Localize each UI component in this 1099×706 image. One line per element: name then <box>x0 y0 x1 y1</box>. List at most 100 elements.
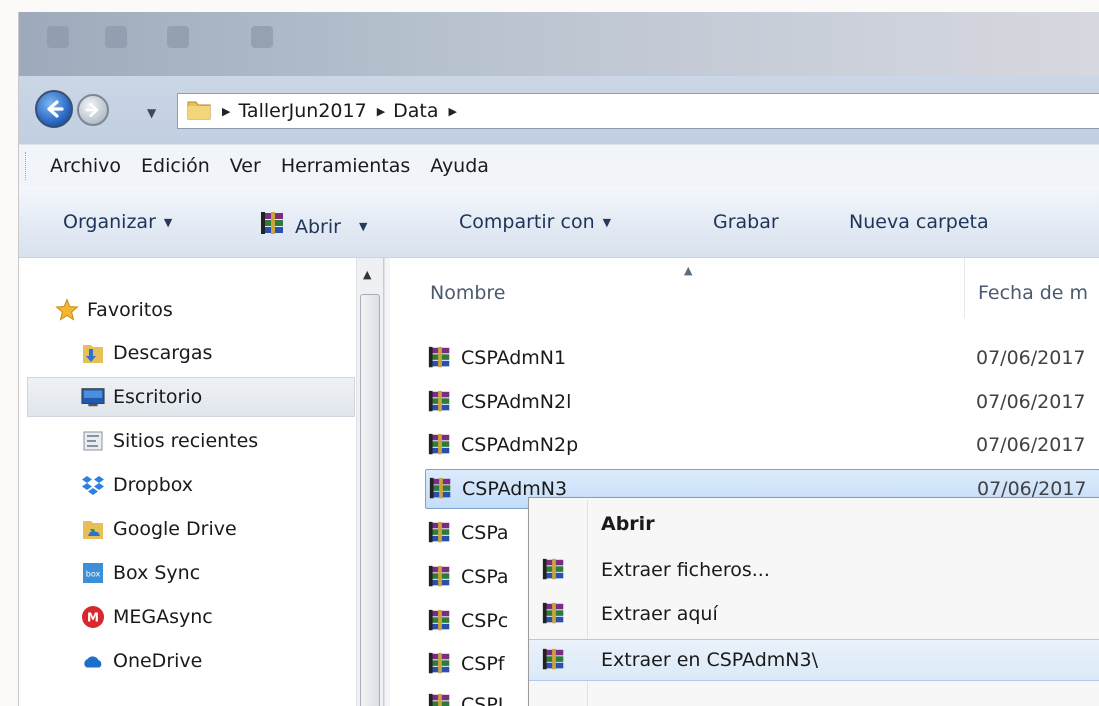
winrar-icon <box>541 601 567 627</box>
back-button[interactable] <box>35 90 73 128</box>
sidebar-item-label: OneDrive <box>113 650 203 672</box>
google-drive-icon <box>81 517 105 541</box>
menu-edicion[interactable]: Edición <box>131 155 220 177</box>
context-menu-item-extract-files[interactable]: Extraer ficheros... <box>529 550 1099 590</box>
recent-places-icon <box>81 429 105 453</box>
nav-favorites[interactable]: Favoritos <box>55 291 375 329</box>
sidebar-item-label: Google Drive <box>113 518 237 540</box>
scrollbar-thumb[interactable] <box>360 294 380 706</box>
winrar-icon <box>541 557 567 583</box>
favorites-label: Favoritos <box>87 299 173 321</box>
onedrive-icon <box>81 649 105 673</box>
context-menu-item-extract-to-folder[interactable]: Extraer en CSPAdmN3\ <box>529 639 1099 681</box>
file-row[interactable]: CSPAdmN1 07/06/2017 <box>427 339 1099 377</box>
winrar-archive-icon <box>427 608 453 634</box>
sidebar-item-dropbox[interactable]: Dropbox <box>81 466 401 504</box>
column-header-date[interactable]: Fecha de m <box>978 282 1088 304</box>
navigation-pane: Favoritos Descargas Escritorio Sitios re… <box>19 258 384 706</box>
file-name: CSPc <box>461 610 509 632</box>
forward-button[interactable] <box>77 94 109 126</box>
organize-button[interactable]: Organizar ▼ <box>63 211 172 233</box>
menu-archivo[interactable]: Archivo <box>30 155 131 177</box>
address-input[interactable]: ▶ TallerJun2017 ▶ Data ▶ <box>177 93 1099 129</box>
column-divider[interactable] <box>964 258 965 318</box>
winrar-archive-icon <box>427 564 453 590</box>
burn-button[interactable]: Grabar <box>713 211 779 233</box>
menu-item-label: Extraer ficheros... <box>601 559 770 581</box>
file-name: CSPa <box>461 566 509 588</box>
sidebar-item-label: Escritorio <box>113 386 203 408</box>
file-row[interactable]: CSPAdmN2p 07/06/2017 <box>427 426 1099 464</box>
qat-icon[interactable] <box>47 26 69 48</box>
organize-label: Organizar <box>63 211 156 233</box>
sidebar-item-label: Descargas <box>113 342 213 364</box>
menu-ayuda[interactable]: Ayuda <box>420 155 499 177</box>
qat-icon[interactable] <box>167 26 189 48</box>
file-name: CSPI <box>461 694 504 706</box>
scroll-up-icon[interactable]: ▲ <box>363 268 371 281</box>
sidebar-item-megasync[interactable]: M MEGAsync <box>81 598 401 636</box>
explorer-window: ▼ ▶ TallerJun2017 ▶ Data ▶ Archivo Edici… <box>18 12 1099 706</box>
sidebar-item-label: Box Sync <box>113 562 201 584</box>
chevron-down-icon: ▼ <box>163 215 173 229</box>
winrar-archive-icon <box>427 651 453 677</box>
sidebar-item-label: Dropbox <box>113 474 194 496</box>
share-button[interactable]: Compartir con ▼ <box>459 211 611 233</box>
menu-item-label: Extraer aquí <box>601 603 718 625</box>
recent-pages-dropdown[interactable]: ▼ <box>147 106 156 120</box>
winrar-icon <box>541 647 567 673</box>
crumb-separator-icon[interactable]: ▶ <box>449 105 457 118</box>
chevron-down-icon[interactable]: ▼ <box>359 220 367 233</box>
column-header-name[interactable]: Nombre <box>430 282 506 304</box>
menu-item-label: Extraer en CSPAdmN3\ <box>601 649 818 671</box>
file-date: 07/06/2017 <box>976 347 1086 369</box>
open-button[interactable]: Abrir ▼ <box>259 211 367 242</box>
file-name: CSPAdmN1 <box>461 347 567 369</box>
address-band: ▼ ▶ TallerJun2017 ▶ Data ▶ <box>19 76 1099 144</box>
context-menu: Abrir Extraer ficheros... Extraer aquí E… <box>528 497 1099 706</box>
new-folder-label: Nueva carpeta <box>849 211 989 233</box>
qat-icon[interactable] <box>105 26 127 48</box>
new-folder-button[interactable]: Nueva carpeta <box>849 211 989 233</box>
command-bar: Organizar ▼ Abrir ▼ Compartir con ▼ Grab… <box>19 187 1099 258</box>
sort-ascending-icon: ▲ <box>684 264 693 277</box>
downloads-folder-icon <box>81 341 105 365</box>
file-date: 07/06/2017 <box>976 434 1086 456</box>
nav-scrollbar[interactable]: ▲ <box>356 258 384 706</box>
file-row[interactable]: CSPAdmN2l 07/06/2017 <box>427 383 1099 421</box>
sidebar-item-google-drive[interactable]: Google Drive <box>81 510 401 548</box>
crumb-separator-icon[interactable]: ▶ <box>222 105 230 118</box>
arrow-right-icon <box>85 103 99 117</box>
sidebar-item-onedrive[interactable]: OneDrive <box>81 642 401 680</box>
winrar-archive-icon <box>427 692 453 706</box>
open-label: Abrir <box>295 215 341 238</box>
menu-herramientas[interactable]: Herramientas <box>271 155 420 177</box>
crumb[interactable]: TallerJun2017 <box>238 100 366 122</box>
context-menu-item-extract-here[interactable]: Extraer aquí <box>529 594 1099 634</box>
sidebar-item-box-sync[interactable]: box Box Sync <box>81 554 401 592</box>
sidebar-item-escritorio[interactable]: Escritorio <box>27 377 355 417</box>
file-name: CSPf <box>461 653 505 675</box>
menu-item-label: Abrir <box>601 513 655 535</box>
crumb-separator-icon[interactable]: ▶ <box>377 105 385 118</box>
winrar-icon <box>259 211 287 242</box>
sidebar-item-descargas[interactable]: Descargas <box>81 334 401 372</box>
box-sync-icon: box <box>81 561 105 585</box>
sidebar-item-label: Sitios recientes <box>113 430 259 452</box>
folder-icon <box>186 97 212 126</box>
arrow-left-icon <box>47 100 64 118</box>
menu-ver[interactable]: Ver <box>220 155 271 177</box>
share-label: Compartir con <box>459 211 595 233</box>
crumb[interactable]: Data <box>393 100 438 122</box>
sidebar-item-label: MEGAsync <box>113 606 213 628</box>
desktop-icon <box>81 385 105 409</box>
file-name: CSPAdmN2p <box>461 434 579 456</box>
qat-icon[interactable] <box>251 26 273 48</box>
svg-text:box: box <box>86 570 101 579</box>
star-icon <box>55 298 79 322</box>
sidebar-item-sitios-recientes[interactable]: Sitios recientes <box>81 422 401 460</box>
svg-text:M: M <box>87 611 99 625</box>
context-menu-item-open[interactable]: Abrir <box>529 504 1099 544</box>
menu-bar: Archivo Edición Ver Herramientas Ayuda <box>19 144 1099 188</box>
title-bar <box>19 12 1099 76</box>
